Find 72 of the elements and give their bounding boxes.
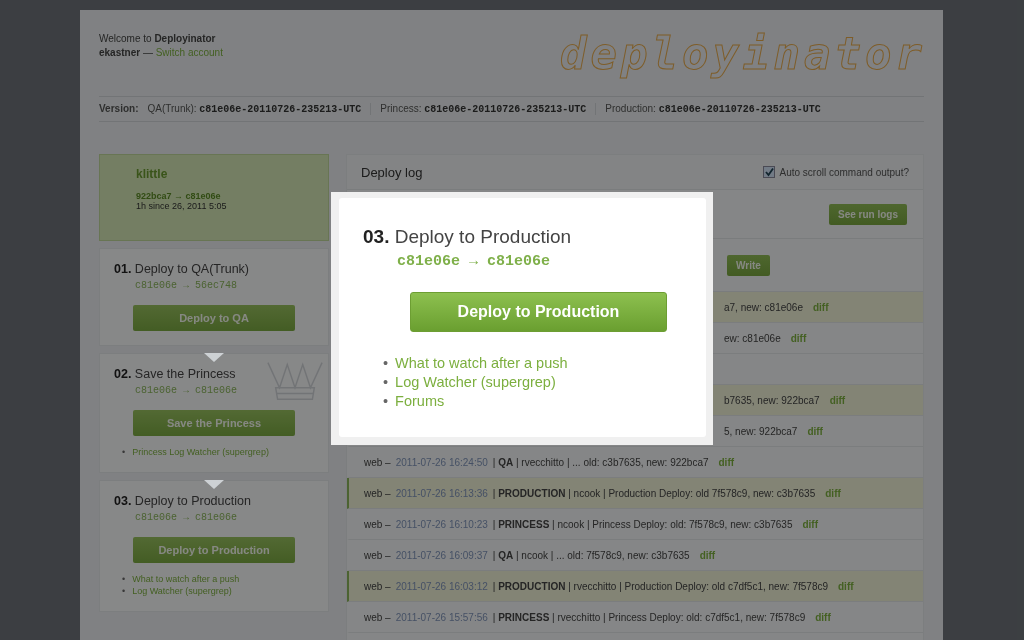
log-source: web – [364, 611, 391, 623]
diff-link[interactable]: diff [829, 394, 846, 406]
step-title: 03. Deploy to Production [114, 494, 252, 508]
step-link[interactable]: Log Watcher (supergrep) [132, 585, 232, 597]
modal-link[interactable]: Log Watcher (supergrep) [395, 373, 556, 392]
modal-title: 03. Deploy to Production [363, 226, 573, 248]
modal-link[interactable]: Forums [395, 392, 445, 411]
version-item: Princess: c81e06e-20110726-235213-UTC [370, 103, 587, 115]
log-source: web – [364, 549, 391, 561]
log-message: | PRINCESS | rvecchitto | Princess Deploy: old: c7df5c1, new: 7f578c9 [492, 611, 806, 623]
diff-link[interactable]: diff [812, 301, 829, 313]
log-source: web – [364, 456, 391, 468]
log-message: | PRODUCTION | ncook | Production Deploy: old 7f578c9, new: c3b7635 [492, 487, 816, 499]
panel-title: Deploy log [361, 164, 423, 180]
step-revisions: c81e06e → c81e06e [135, 385, 239, 396]
log-message: | QA | rvecchitto | ... old: c3b7635, new: 922bca7 [492, 456, 709, 468]
switch-account-link[interactable]: Switch account [155, 47, 223, 58]
log-message: ew: c81e06e [724, 332, 781, 344]
log-message: a7, new: c81e06e [724, 301, 803, 313]
user-name: ekastner — [99, 47, 154, 58]
log-message: b7635, new: 922bca7 [724, 394, 820, 406]
bullet: • [383, 354, 389, 373]
step-revisions: c81e06e → 56ec748 [135, 280, 239, 291]
log-message: | QA | ncook | ... old: 7f578c9, new: c3b7635 [492, 549, 690, 561]
log-source: web – [364, 487, 391, 499]
deploy-button[interactable]: Save the Princess [133, 410, 295, 436]
bullet: • [122, 446, 126, 458]
log-source: web – [364, 518, 391, 530]
log-time-link[interactable]: 2011-07-26 16:03:12 [395, 580, 488, 592]
diff-link[interactable]: diff [718, 456, 735, 468]
diff-link[interactable]: diff [802, 518, 818, 530]
deploy-button[interactable]: Deploy to Production [410, 292, 667, 332]
logo: deployinator [560, 32, 926, 81]
checkbox[interactable] [763, 166, 776, 178]
deploy-time: 1h since 26, 2011 5:05 [136, 201, 228, 211]
bullet: • [122, 585, 126, 597]
log-message: | PRINCESS | ncook | Princess Deploy: old: 7f578c9, new: c3b7635 [492, 518, 793, 530]
deploy-button[interactable]: Deploy to Production [133, 537, 295, 563]
log-message: 5, new: 922bca7 [724, 425, 798, 437]
diff-link[interactable]: diff [807, 425, 823, 437]
diff-link[interactable]: diff [790, 332, 807, 344]
log-time-link[interactable]: 2011-07-26 16:09:37 [395, 549, 488, 561]
step-link[interactable]: What to watch after a push [132, 573, 240, 585]
diff-link[interactable]: diff [699, 549, 716, 561]
log-source: web – [364, 580, 391, 592]
welcome-text: Welcome to Deployinator [99, 32, 217, 46]
diff-link[interactable]: diff [838, 580, 854, 592]
modal-link[interactable]: What to watch after a push [395, 354, 568, 373]
write-button[interactable]: Write [727, 254, 770, 276]
step-link[interactable]: Princess Log Watcher (supergrep) [132, 446, 269, 458]
log-message: | PRODUCTION | rvecchitto | Production Deploy: old c7df5c1, new: 7f578c9 [492, 580, 828, 592]
modal-revisions: c81e06e → c81e06e [397, 253, 552, 270]
deploy-revisions: 922bca7 → c81e06e [136, 191, 222, 201]
step-revisions: c81e06e → c81e06e [135, 512, 239, 523]
bullet: • [122, 573, 126, 585]
run-logs-button[interactable]: See run logs [829, 203, 907, 225]
diff-link[interactable]: diff [815, 611, 831, 623]
version-item: Production: c81e06e-20110726-235213-UTC [595, 103, 821, 115]
step-title: 02. Save the Princess [114, 367, 237, 381]
log-time-link[interactable]: 2011-07-26 16:13:36 [395, 487, 488, 499]
bullet: • [383, 373, 389, 392]
deployer-name: klittle [136, 167, 169, 181]
log-time-link[interactable]: 2011-07-26 15:57:56 [395, 611, 488, 623]
step-title: 01. Deploy to QA(Trunk) [114, 262, 251, 276]
version-label: Version: [99, 103, 139, 115]
diff-link[interactable]: diff [825, 487, 841, 499]
checkbox-label: Auto scroll command output? [779, 166, 909, 178]
log-time-link[interactable]: 2011-07-26 16:24:50 [395, 456, 488, 468]
log-time-link[interactable]: 2011-07-26 16:10:23 [395, 518, 488, 530]
bullet: • [383, 392, 389, 411]
deploy-button[interactable]: Deploy to QA [133, 305, 295, 331]
version-item: QA(Trunk): c81e06e-20110726-235213-UTC [147, 103, 362, 115]
